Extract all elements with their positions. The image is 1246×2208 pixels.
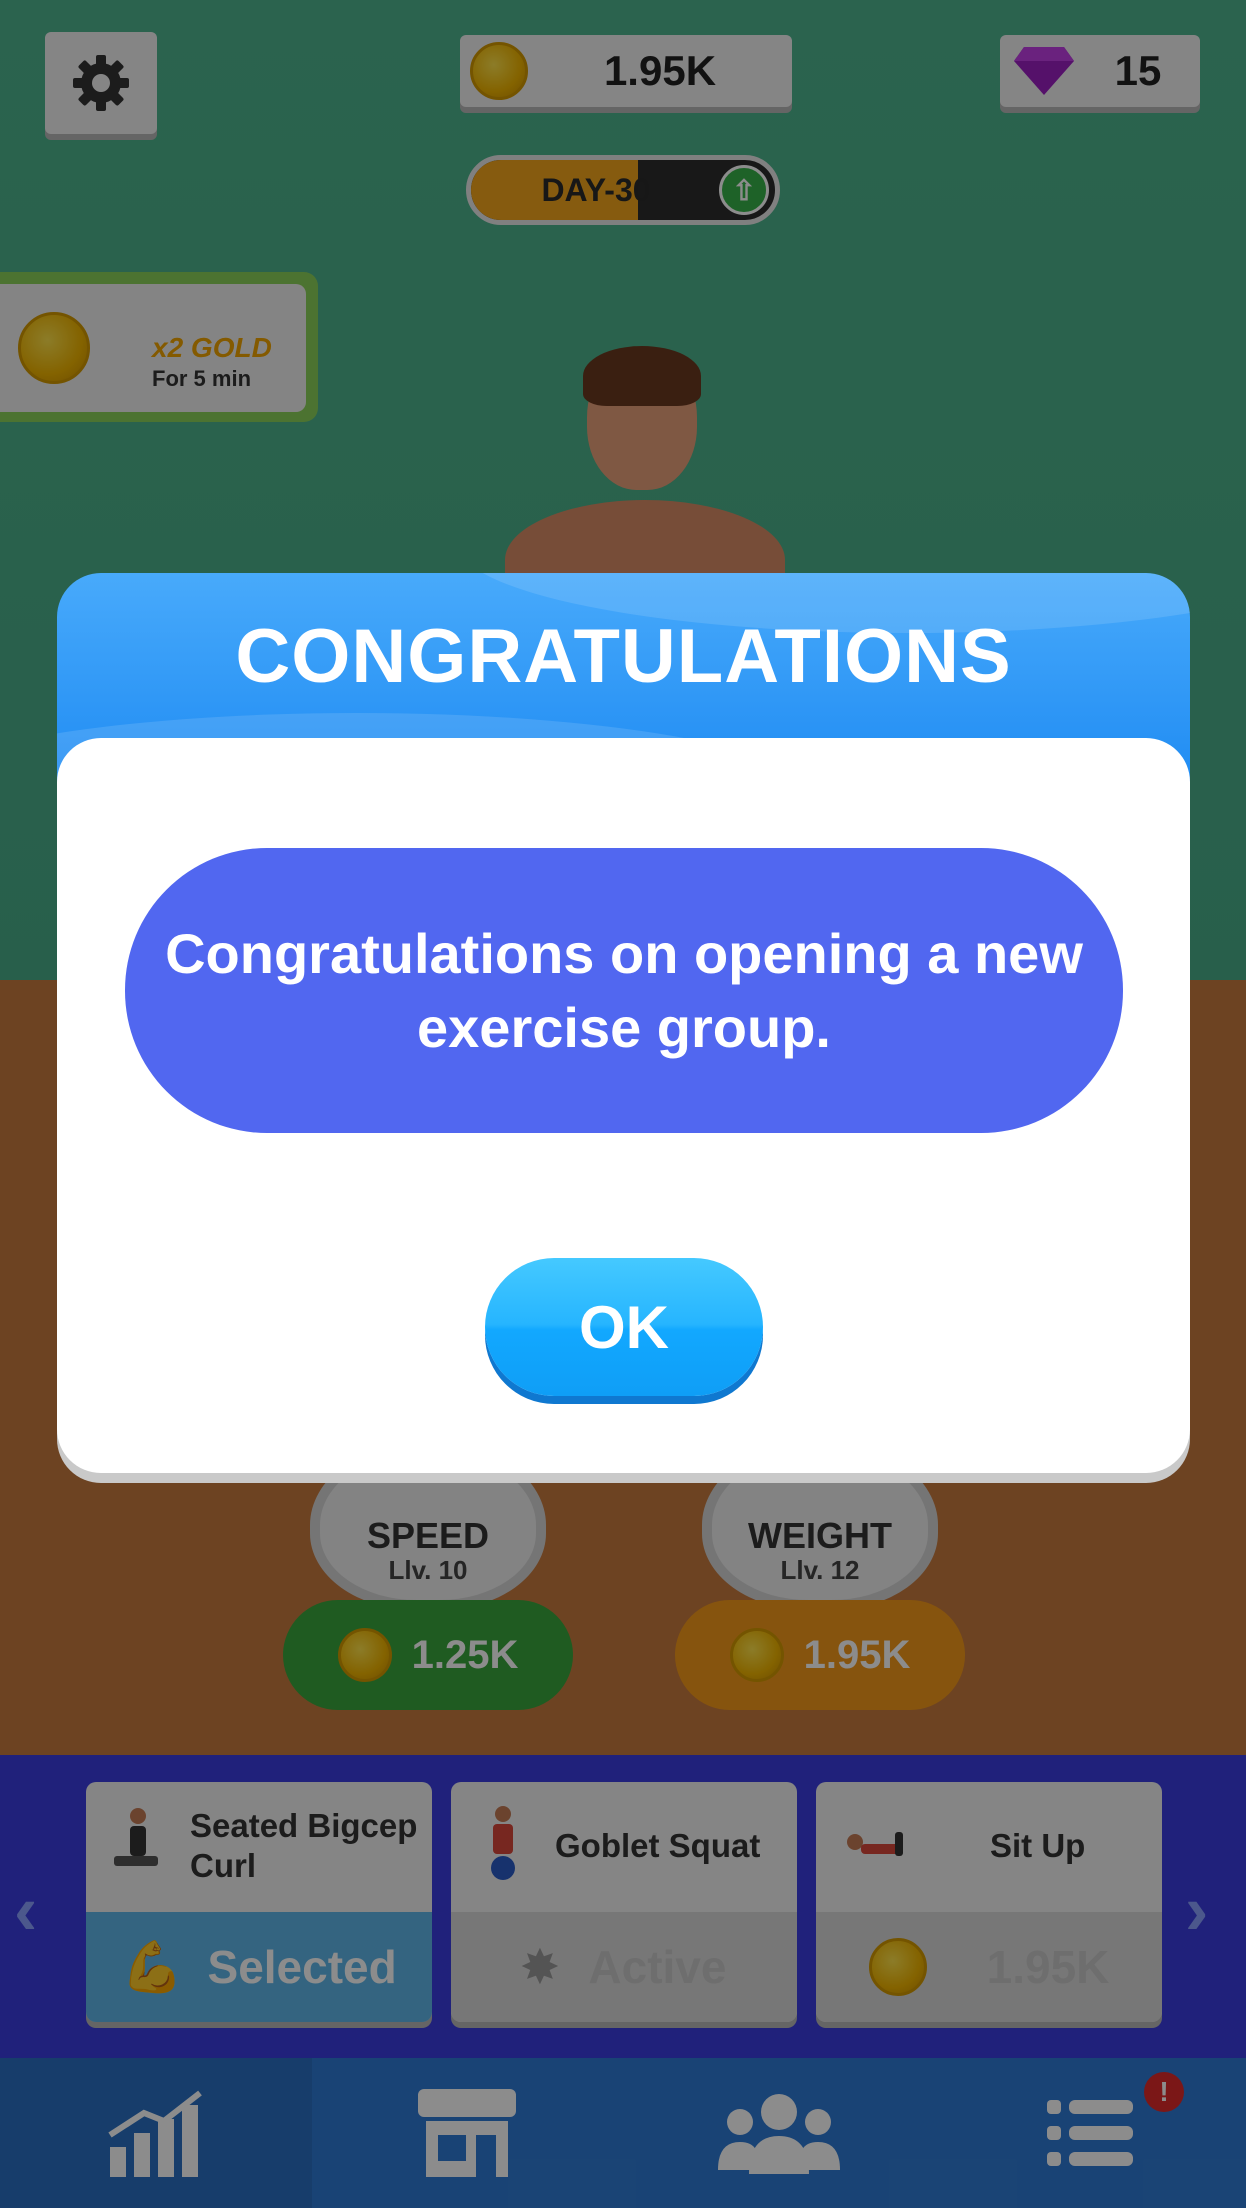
congratulations-dialog: CONGRATULATIONS Congratulations on openi… [57, 573, 1190, 1483]
ok-button-label: OK [579, 1293, 669, 1361]
dialog-message: Congratulations on opening a new exercis… [125, 848, 1123, 1133]
dialog-message-text: Congratulations on opening a new exercis… [165, 921, 1083, 1059]
dialog-title: CONGRATULATIONS [235, 614, 1012, 699]
dialog-body: Congratulations on opening a new exercis… [57, 738, 1190, 1473]
ok-button[interactable]: OK [485, 1258, 763, 1396]
